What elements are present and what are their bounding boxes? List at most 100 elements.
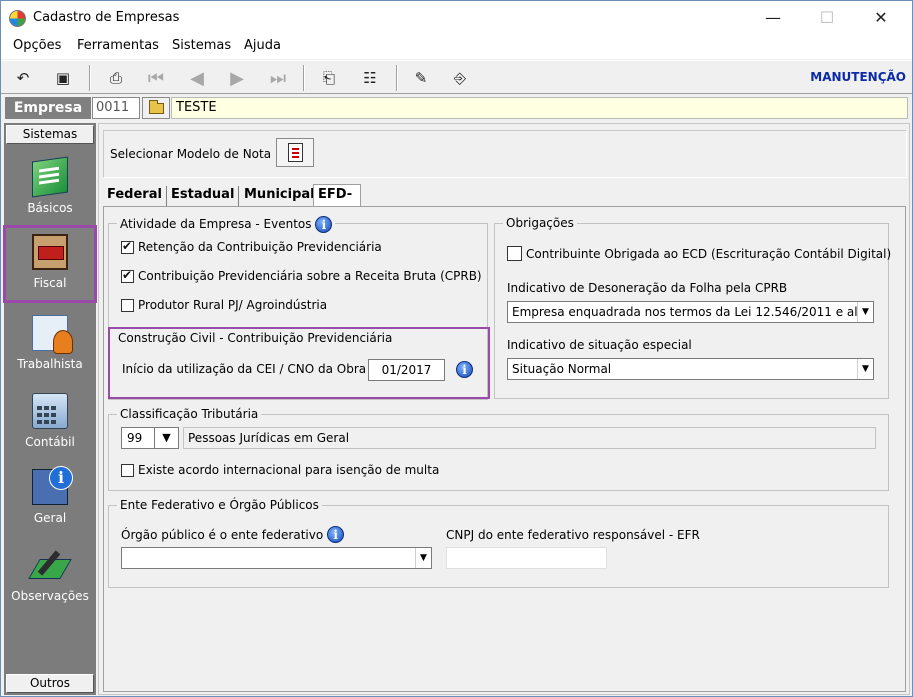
situacao-label: Indicativo de situação especial [507,338,692,352]
sidebar-header-sistemas[interactable]: Sistemas [6,125,94,144]
sidebar-item-contabil[interactable]: Contábil [4,387,96,461]
maximize-button[interactable]: ☐ [804,1,850,35]
sidebar-item-label: Fiscal [33,276,67,290]
sidebar-item-trabalhista[interactable]: Trabalhista [4,309,96,383]
info-icon[interactable]: i [327,526,345,543]
checkbox-box[interactable] [121,268,134,283]
sidebar-item-label: Básicos [27,201,73,215]
systems-sidebar: Sistemas Básicos Fiscal Trabalhista Cont… [3,123,97,695]
app-window: Cadastro de Empresas — ☐ ✕ Opções Ferram… [0,0,913,697]
title-bar: Cadastro de Empresas — ☐ ✕ [1,1,912,35]
cprb-checkbox[interactable]: Contribuição Previdenciária sobre a Rece… [121,268,482,283]
checkbox-label: Contribuição Previdenciária sobre a Rece… [138,269,482,283]
exit-door-icon[interactable]: ⎆ [448,66,472,90]
menu-ajuda[interactable]: Ajuda [244,38,281,53]
mode-label: MANUTENÇÃO [810,70,906,84]
acordo-checkbox[interactable]: Existe acordo internacional para isenção… [121,463,439,477]
empresa-name-field: TESTE [171,97,908,119]
empresa-bar: Empresa 0011 TESTE [1,95,912,121]
sidebar-item-label: Observações [11,589,89,603]
sidebar-item-observacoes[interactable]: Observações [4,541,96,615]
classificacao-code: 99 [127,431,143,445]
sidebar-item-fiscal[interactable]: Fiscal [3,225,97,303]
trabalhista-icon [32,315,73,354]
edit-icon[interactable]: ✎ [409,66,433,90]
checkbox-box[interactable] [121,298,134,312]
select-modelo-button[interactable] [276,138,314,167]
modelo-label: Selecionar Modelo de Nota [110,147,272,161]
first-record-icon[interactable]: ⏮ [144,66,168,90]
situacao-select[interactable]: Situação Normal ▼ [507,358,874,380]
desoneracao-value: Empresa enquadrada nos termos da Lei 12.… [512,305,870,319]
tab-estadual[interactable]: Estadual [167,186,240,206]
undo-icon[interactable]: ↶ [11,66,35,90]
cnpj-label: CNPJ do ente federativo responsável - EF… [446,528,700,542]
checkbox-box[interactable] [121,239,134,254]
tab-efd-reinf[interactable]: EFD-Reinf [313,184,362,222]
desoneracao-select[interactable]: Empresa enquadrada nos termos da Lei 12.… [507,301,874,323]
app-logo-icon [9,10,26,27]
classificacao-description: Pessoas Jurídicas em Geral [183,427,876,449]
sidebar-item-basicos[interactable]: Básicos [4,153,96,227]
menu-ferramentas[interactable]: Ferramentas [77,38,159,53]
contabil-icon [32,393,68,429]
classificacao-legend: Classificação Tributária [117,407,262,421]
print-icon[interactable]: ⎗ [317,66,341,90]
close-button[interactable]: ✕ [858,1,904,35]
situacao-value: Situação Normal [512,362,612,376]
empresa-label: Empresa [5,97,91,119]
orgao-select[interactable]: ▼ [121,547,432,569]
save-icon[interactable]: ▣ [51,66,75,90]
ecd-checkbox[interactable]: Contribuinte Obrigada ao ECD (Escrituraç… [507,246,891,261]
sidebar-item-label: Contábil [25,435,75,449]
chevron-down-icon[interactable]: ▼ [857,359,873,379]
print-preview-icon[interactable]: ⎙ [104,66,128,90]
minimize-button[interactable]: — [750,1,796,35]
desoneracao-label: Indicativo de Desoneração da Folha pela … [507,281,788,295]
checkbox-label: Existe acordo internacional para isenção… [138,463,440,477]
chevron-down-icon[interactable]: ▼ [415,548,431,568]
empresa-code-field[interactable]: 0011 [92,97,140,119]
fiscal-icon [32,234,68,270]
produtor-rural-checkbox[interactable]: Produtor Rural PJ/ Agroindústria [121,298,327,312]
obrigacoes-group: Obrigações Contribuinte Obrigada ao ECD … [494,216,891,399]
classificacao-code-select[interactable]: 99 ▼ [121,427,179,449]
previous-record-icon[interactable]: ◀ [185,66,209,90]
basicos-icon [32,156,68,198]
info-icon[interactable]: i [315,216,333,233]
info-icon[interactable]: i [456,361,473,378]
menu-bar: Opções Ferramentas Sistemas Ajuda [1,35,912,59]
observacoes-icon [32,547,68,583]
sidebar-item-label: Trabalhista [17,357,83,371]
cnpj-input[interactable] [446,547,607,569]
obrigacoes-legend: Obrigações [503,216,577,230]
sidebar-footer-outros[interactable]: Outros [6,674,94,693]
orgao-label-row: Órgão público é o ente federativo i [121,526,345,543]
efd-reinf-panel: Atividade da Empresa - Eventos i Retençã… [103,206,906,692]
tab-municipal[interactable]: Municipal [240,186,320,206]
last-record-icon[interactable]: ⏭ [266,66,290,90]
orgao-label: Órgão público é o ente federativo [121,527,324,542]
next-record-icon[interactable]: ▶ [225,66,249,90]
checkbox-box[interactable] [121,463,134,477]
menu-sistemas[interactable]: Sistemas [172,38,231,53]
menu-opcoes[interactable]: Opções [13,38,61,53]
checkbox-box[interactable] [507,246,522,261]
toolbar-separator [303,65,305,91]
chevron-down-icon[interactable]: ▼ [154,428,178,448]
cei-cno-input[interactable]: 01/2017 [368,359,445,381]
cei-cno-label: Início da utilização da CEI / CNO da Obr… [122,362,367,376]
classificacao-group: Classificação Tributária 99 ▼ Pessoas Ju… [108,407,889,491]
folder-open-icon [148,99,164,114]
document-list-icon [287,143,303,162]
report-icon[interactable]: ☷ [358,66,382,90]
sidebar-item-geral[interactable]: Geral [4,463,96,537]
chevron-down-icon[interactable]: ▼ [857,302,873,322]
checkbox-label: Produtor Rural PJ/ Agroindústria [138,298,328,312]
modelo-section: Selecionar Modelo de Nota [103,130,907,178]
tab-federal[interactable]: Federal [103,186,167,206]
open-empresa-button[interactable] [142,97,170,119]
ente-legend: Ente Federativo e Órgão Públicos [117,498,322,512]
retencao-checkbox[interactable]: Retenção da Contribuição Previdenciária [121,239,382,254]
window-title: Cadastro de Empresas [33,10,180,25]
